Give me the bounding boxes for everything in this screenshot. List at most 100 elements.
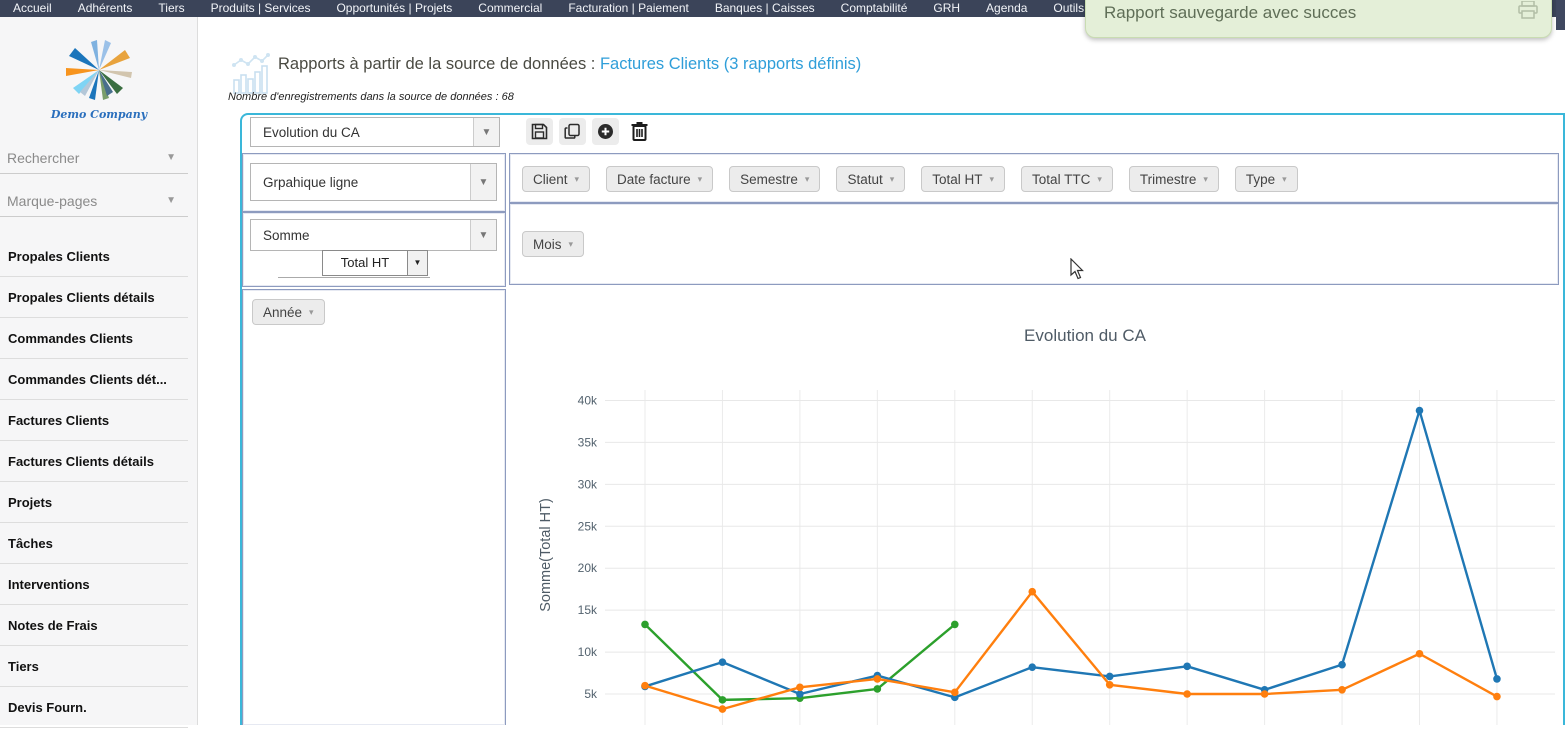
sidebar: Demo Company Rechercher ▼ Marque-pages ▼… <box>0 17 198 725</box>
field-pill-label: Semestre <box>740 172 798 187</box>
chevron-down-icon: ▾ <box>569 239 574 250</box>
sidebar-item-devis-fourn[interactable]: Devis Fourn. <box>0 687 188 728</box>
data-point <box>1028 663 1036 671</box>
chevron-down-icon: ▼ <box>470 164 496 200</box>
field-pill-client[interactable]: Client ▾ <box>522 166 590 192</box>
data-point <box>641 621 649 629</box>
data-point <box>641 682 649 690</box>
add-report-button[interactable] <box>592 118 619 145</box>
sidebar-item-factures-clients[interactable]: Factures Clients <box>0 400 188 441</box>
chevron-down-icon: ▼ <box>473 118 499 146</box>
data-point <box>1106 673 1114 681</box>
field-pill-total-ttc[interactable]: Total TTC▾ <box>1021 166 1113 192</box>
nav-item-produits-services[interactable]: Produits | Services <box>198 0 324 17</box>
row-field-pill-annee[interactable]: Année ▾ <box>252 299 325 325</box>
add-circle-icon <box>597 123 614 140</box>
sidebar-search-toggle[interactable]: Rechercher ▼ <box>0 142 188 174</box>
chevron-down-icon: ▾ <box>575 174 580 185</box>
chart-type-select[interactable]: Grpahique ligne ▼ <box>250 163 497 201</box>
field-pill-total-ht[interactable]: Total HT ▾ <box>921 166 1005 192</box>
nav-item-facturation-paiement[interactable]: Facturation | Paiement <box>555 0 702 17</box>
divider <box>278 277 430 278</box>
sidebar-item-commandes-clients[interactable]: Commandes Clients <box>0 318 188 359</box>
report-chart-icon <box>231 52 271 94</box>
chevron-down-icon: ▾ <box>990 174 995 185</box>
save-report-button[interactable] <box>526 118 553 145</box>
delete-report-button[interactable] <box>626 117 653 144</box>
field-pill-label: Trimestre <box>1140 172 1197 187</box>
duplicate-report-button[interactable] <box>559 118 586 145</box>
field-pill-label: Client <box>533 172 568 187</box>
chevron-down-icon: ▾ <box>698 174 703 185</box>
nav-item-accueil[interactable]: Accueil <box>0 0 65 17</box>
y-tick-label: 15k <box>578 603 598 617</box>
sidebar-bookmarks-toggle[interactable]: Marque-pages ▼ <box>0 185 188 217</box>
nav-item-comptabilite[interactable]: Comptabilité <box>828 0 921 17</box>
mouse-cursor <box>1070 258 1085 280</box>
nav-item-tiers[interactable]: Tiers <box>145 0 197 17</box>
sidebar-item-factures-clients-details[interactable]: Factures Clients détails <box>0 441 188 482</box>
y-tick-label: 40k <box>578 393 598 407</box>
chart-title: Evolution du CA <box>1024 326 1147 345</box>
aggregate-select[interactable]: Somme ▼ <box>250 219 497 251</box>
nav-item-grh[interactable]: GRH <box>920 0 973 17</box>
field-pill-label: Statut <box>847 172 882 187</box>
data-point <box>1338 661 1346 669</box>
data-point <box>719 696 727 704</box>
field-pill-statut[interactable]: Statut ▾ <box>836 166 905 192</box>
chart-type-value: Grpahique ligne <box>251 175 470 190</box>
sidebar-item-tiers[interactable]: Tiers <box>0 646 188 687</box>
sidebar-item-commandes-clients-det[interactable]: Commandes Clients dét... <box>0 359 188 400</box>
datasource-link[interactable]: Factures Clients (3 rapports définis) <box>600 55 861 73</box>
data-point <box>1106 681 1114 689</box>
x-axis-pill-mois[interactable]: Mois ▾ <box>522 231 584 257</box>
sidebar-item-interventions[interactable]: Interventions <box>0 564 188 605</box>
nav-item-commercial[interactable]: Commercial <box>465 0 555 17</box>
page-title: Rapports à partir de la source de donnée… <box>278 55 861 74</box>
sidebar-item-taches[interactable]: Tâches <box>0 523 188 564</box>
chevron-down-icon: ▾ <box>805 174 810 185</box>
report-name-value: Evolution du CA <box>251 125 473 140</box>
field-pill-type[interactable]: Type▾ <box>1235 166 1298 192</box>
data-point <box>1183 690 1191 698</box>
y-axis-title: Somme(Total HT) <box>538 498 554 612</box>
data-point <box>1261 690 1269 698</box>
field-pill-label: Type <box>1246 172 1275 187</box>
sidebar-bookmarks-label: Marque-pages <box>7 193 97 209</box>
data-point <box>951 621 959 629</box>
nav-item-opportunites-projets[interactable]: Opportunités | Projets <box>323 0 465 17</box>
aggregate-value: Somme <box>251 228 470 243</box>
nav-item-adherents[interactable]: Adhérents <box>65 0 146 17</box>
data-point <box>1338 686 1346 694</box>
chevron-down-icon: ▼ <box>407 251 427 275</box>
save-icon <box>531 123 548 140</box>
line-chart: 5k10k15k20k25k30k35k40kEvolution du CASo… <box>509 287 1561 725</box>
data-point <box>1416 650 1424 658</box>
data-point <box>951 689 959 697</box>
sidebar-search-label: Rechercher <box>7 150 79 166</box>
chevron-down-icon: ▾ <box>309 307 314 318</box>
sidebar-item-notes-de-frais[interactable]: Notes de Frais <box>0 605 188 646</box>
nav-item-banques-caisses[interactable]: Banques | Caisses <box>702 0 828 17</box>
field-pill-label: Total HT <box>932 172 982 187</box>
logo-starburst-icon <box>60 39 138 101</box>
aggregate-field-select[interactable]: Total HT ▼ <box>322 250 428 276</box>
sidebar-item-propales-clients-details[interactable]: Propales Clients détails <box>0 277 188 318</box>
row-fields-box <box>242 289 506 725</box>
y-tick-label: 25k <box>578 519 598 533</box>
chevron-down-icon: ▼ <box>166 185 176 217</box>
aggregate-field-value: Total HT <box>323 251 407 275</box>
nav-item-agenda[interactable]: Agenda <box>973 0 1040 17</box>
chevron-down-icon: ▾ <box>1203 174 1208 185</box>
field-pill-label: Date facture <box>617 172 691 187</box>
chevron-down-icon: ▾ <box>890 174 895 185</box>
trash-icon <box>630 121 649 141</box>
sidebar-item-propales-clients[interactable]: Propales Clients <box>0 236 188 277</box>
field-pill-date-facture[interactable]: Date facture ▾ <box>606 166 713 192</box>
company-logo: Demo Company <box>0 39 198 121</box>
records-count-line: Nombre d'enregistrements dans la source … <box>228 91 514 103</box>
sidebar-item-projets[interactable]: Projets <box>0 482 188 523</box>
report-name-select[interactable]: Evolution du CA ▼ <box>250 117 500 147</box>
field-pill-semestre[interactable]: Semestre ▾ <box>729 166 820 192</box>
field-pill-trimestre[interactable]: Trimestre ▾ <box>1129 166 1219 192</box>
